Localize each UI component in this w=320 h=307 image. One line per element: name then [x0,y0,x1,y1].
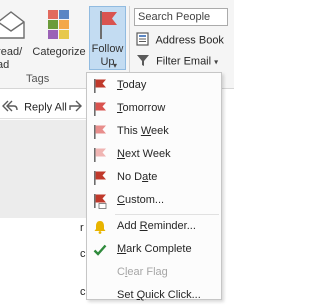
flag-icon [98,9,118,45]
filter-icon [136,53,150,70]
unread-read-button[interactable]: Unread/ Read [0,4,27,70]
categorize-button[interactable]: Categorize [30,4,88,70]
chevron-down-icon: ▾ [214,57,219,67]
flag-icon [93,78,107,94]
text-fragment: c [80,248,86,260]
reply-all-button[interactable]: Reply All [2,100,67,115]
filter-email-label: Filter Email [156,55,212,68]
reply-all-icon [2,100,18,115]
pane-divider [0,118,86,119]
menu-item-add-reminder[interactable]: Add Reminder... [87,216,221,238]
search-people-placeholder: Search People [138,11,211,23]
tags-group-label: Tags [26,73,50,85]
bell-icon [93,219,107,235]
flag-icon [93,193,107,209]
menu-item-no-date[interactable]: No Date [87,167,221,189]
flag-icon [93,101,107,117]
address-book-button[interactable]: Address Book [136,32,224,49]
menu-item-next-week[interactable]: Next Week [87,144,221,166]
forward-icon[interactable] [68,100,82,115]
menu-item-clear-flag: Clear Flag [87,262,221,284]
filter-email-button[interactable]: Filter Email ▾ [136,53,218,70]
follow-up-label: Follow Up [91,43,124,68]
menu-item-label: Set Quick Click... [117,289,201,301]
text-fragment: r [80,222,84,234]
address-book-label: Address Book [155,34,224,47]
follow-up-button[interactable]: Follow Up ▾ [89,6,126,70]
menu-item-label: Today [117,79,147,91]
envelope-icon [0,8,26,44]
reply-all-label: Reply All [24,101,67,114]
menu-item-label: Add Reminder... [117,220,196,232]
menu-item-label: Next Week [117,148,171,160]
menu-item-label: Mark Complete [117,243,192,255]
message-preview-area [0,120,86,218]
menu-item-label: Clear Flag [117,266,168,278]
checkmark-icon [93,242,107,258]
flag-icon [93,124,107,140]
categorize-icon [48,8,70,44]
flag-icon [93,147,107,163]
search-people-input[interactable]: Search People [134,8,228,26]
menu-item-today[interactable]: Today [87,75,221,97]
menu-item-label: Tomorrow [117,102,166,114]
address-book-icon [136,32,150,49]
unread-read-label: Unread/ Read [0,46,23,70]
menu-item-label: Custom... [117,194,165,206]
menu-item-set-quick-click[interactable]: Set Quick Click... [87,285,221,307]
menu-item-tomorrow[interactable]: Tomorrow [87,98,221,120]
text-fragment: c [80,286,86,298]
menu-item-label: This Week [117,125,169,137]
menu-item-custom[interactable]: Custom... [87,190,221,212]
ribbon-separator [129,6,130,82]
menu-item-mark-complete[interactable]: Mark Complete [87,239,221,261]
menu-separator [115,214,219,215]
categorize-label: Categorize [32,46,86,58]
chevron-down-icon: ▾ [113,61,118,70]
menu-item-label: No Date [117,171,158,183]
menu-item-this-week[interactable]: This Week [87,121,221,143]
follow-up-menu: Today Tomorrow This Week Next Week No Da… [86,72,222,301]
flag-icon [93,170,107,186]
